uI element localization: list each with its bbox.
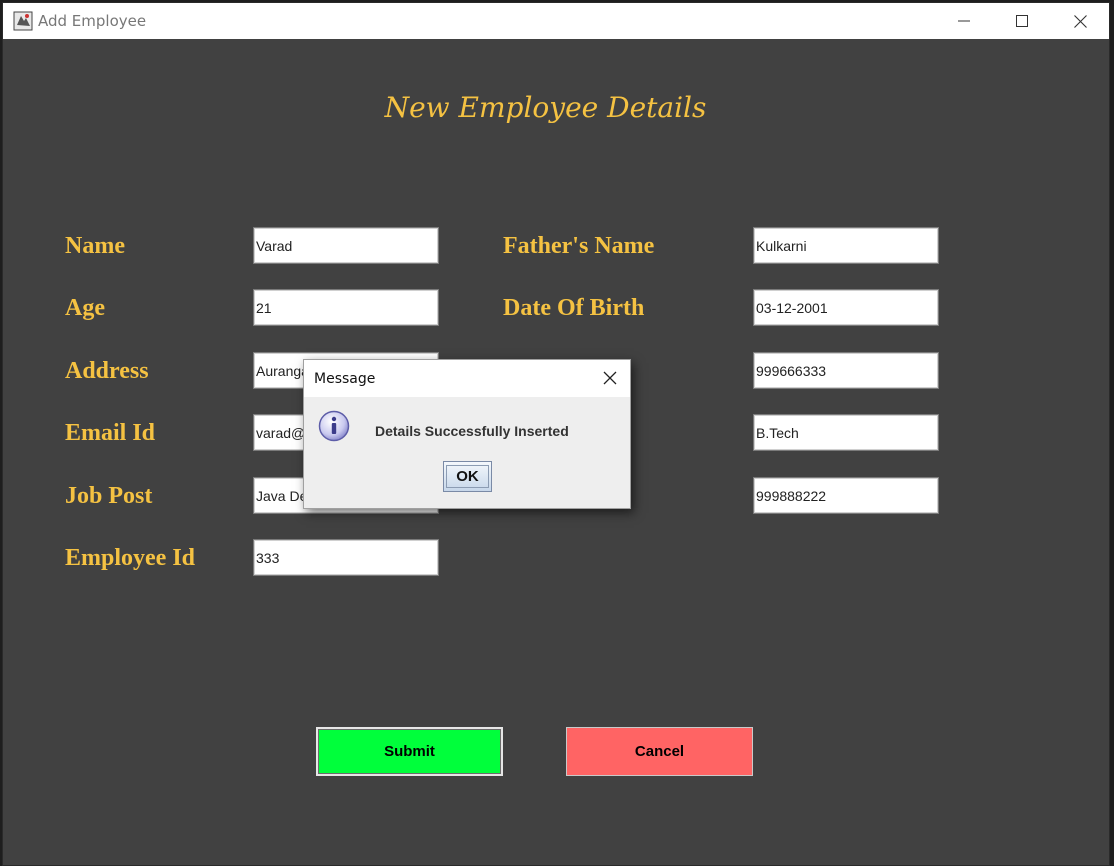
minimize-icon (958, 20, 970, 22)
name-label: Name (65, 233, 125, 259)
phone-field[interactable] (753, 352, 939, 389)
cancel-button[interactable]: Cancel (566, 727, 753, 776)
close-icon[interactable] (602, 370, 618, 386)
aadhar-field[interactable] (753, 477, 939, 514)
employee-id-label: Employee Id (65, 545, 196, 571)
name-field[interactable] (253, 227, 439, 264)
address-label: Address (65, 358, 149, 384)
form-heading: New Employee Details (384, 91, 707, 124)
java-app-icon (13, 11, 33, 31)
fathers-name-label: Father's Name (503, 233, 655, 259)
employee-id-field[interactable] (253, 539, 439, 576)
close-button[interactable] (1051, 3, 1109, 39)
dialog-title: Message (314, 371, 376, 387)
ok-label: OK (446, 465, 489, 488)
job-post-label: Job Post (65, 483, 153, 509)
dialog-message: Details Successfully Inserted (375, 423, 569, 439)
email-label: Email Id (65, 420, 156, 446)
title-bar[interactable]: Add Employee (3, 3, 1109, 39)
age-field[interactable] (253, 289, 439, 326)
submit-button[interactable]: Submit (316, 727, 503, 776)
message-dialog: Message Details Successfully Inserted OK (303, 359, 631, 509)
close-icon (1073, 14, 1087, 28)
education-field[interactable] (753, 414, 939, 451)
info-icon (318, 410, 350, 442)
dob-field[interactable] (753, 289, 939, 326)
minimize-button[interactable] (935, 3, 993, 39)
age-label: Age (65, 295, 105, 321)
maximize-button[interactable] (993, 3, 1051, 39)
add-employee-window: Add Employee New Employee Details Name A… (2, 2, 1110, 866)
window-title: Add Employee (38, 12, 147, 30)
maximize-icon (1016, 15, 1028, 27)
fathers-name-field[interactable] (753, 227, 939, 264)
ok-button[interactable]: OK (443, 461, 492, 492)
dialog-title-bar[interactable]: Message (304, 360, 630, 397)
dob-label: Date Of Birth (503, 295, 645, 321)
